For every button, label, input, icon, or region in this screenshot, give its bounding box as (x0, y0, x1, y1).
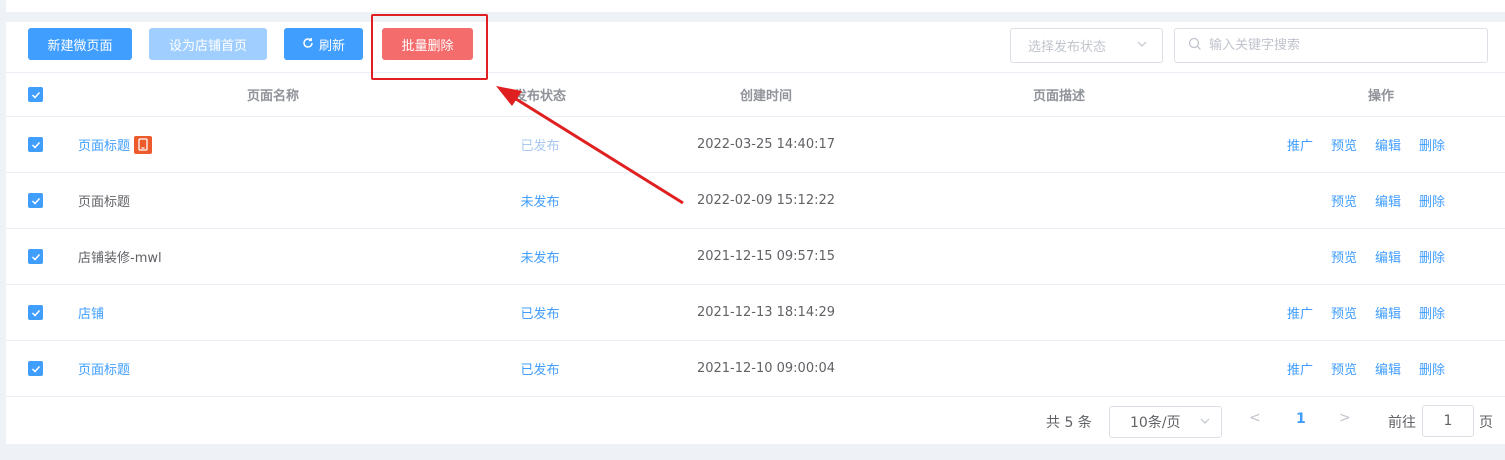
status-text: 已发布 (520, 363, 560, 378)
table-row: 店铺 已发布 2021-12-13 18:14:29 推广 预览 编辑 删除 (6, 285, 1505, 341)
header-name: 页面名称 (246, 89, 299, 104)
goto-unit: 页 (1479, 415, 1493, 431)
status-text: 已发布 (520, 139, 560, 154)
edit-link[interactable]: 编辑 (1375, 135, 1401, 154)
edit-link[interactable]: 编辑 (1375, 303, 1401, 322)
status-text: 未发布 (520, 195, 560, 210)
table-row: 页面标题 已发布 2022-03-25 14:40:17 推广 预览 编辑 删除 (6, 117, 1505, 173)
pagination-total: 共 5 条 (1046, 415, 1092, 431)
row-checkbox[interactable] (28, 249, 43, 264)
set-home-button[interactable]: 设为店铺首页 (149, 28, 267, 60)
created-time: 2021-12-13 18:14:29 (696, 305, 836, 320)
page-name: 店铺装修-mwl (78, 251, 162, 266)
row-checkbox[interactable] (28, 361, 43, 376)
header-time: 创建时间 (739, 89, 792, 104)
delete-link[interactable]: 删除 (1419, 191, 1445, 210)
current-page[interactable]: 1 (1296, 411, 1306, 427)
page-list-panel: 新建微页面 设为店铺首页 刷新 批量删除 选择发布状态 输入关键字搜索 页面名称… (6, 22, 1505, 444)
preview-link[interactable]: 预览 (1331, 359, 1357, 378)
status-text: 未发布 (520, 251, 560, 266)
preview-link[interactable]: 预览 (1331, 191, 1357, 210)
status-select[interactable]: 选择发布状态 (1010, 28, 1163, 63)
chevron-down-icon (1199, 415, 1211, 430)
page-size-select[interactable]: 10条/页 (1109, 406, 1222, 438)
table-row: 店铺装修-mwl 未发布 2021-12-15 09:57:15 预览 编辑 删… (6, 229, 1505, 285)
edit-link[interactable]: 编辑 (1375, 247, 1401, 266)
page-size-value: 10条/页 (1130, 415, 1181, 431)
promote-link[interactable]: 推广 (1287, 135, 1313, 154)
promote-link[interactable]: 推广 (1287, 359, 1313, 378)
delete-link[interactable]: 删除 (1419, 303, 1445, 322)
preview-link[interactable]: 预览 (1331, 303, 1357, 322)
goto-page-input[interactable] (1422, 405, 1474, 437)
refresh-button[interactable]: 刷新 (284, 28, 363, 60)
mobile-page-icon (134, 135, 153, 154)
page-name-link[interactable]: 页面标题 (78, 135, 130, 154)
toolbar: 新建微页面 设为店铺首页 刷新 批量删除 选择发布状态 (6, 22, 1505, 72)
header-status: 发布状态 (513, 89, 566, 104)
preview-link[interactable]: 预览 (1331, 135, 1357, 154)
created-time: 2022-02-09 15:12:22 (696, 193, 836, 208)
check-icon (31, 365, 40, 373)
row-checkbox[interactable] (28, 137, 43, 152)
search-box[interactable] (1174, 28, 1488, 63)
header-desc: 页面描述 (1032, 89, 1085, 104)
pages-table: 页面名称 发布状态 创建时间 页面描述 操作 页面标题 已发布 2022-03-… (6, 72, 1505, 397)
status-select-placeholder: 选择发布状态 (1028, 40, 1107, 55)
check-icon (31, 253, 40, 261)
pagination: 共 5 条 10条/页 < 1 > 前往 页 (6, 400, 1505, 444)
next-page-button[interactable]: > (1339, 410, 1351, 426)
goto-label: 前往 (1388, 415, 1416, 431)
search-icon (1188, 37, 1209, 55)
row-checkbox[interactable] (28, 193, 43, 208)
refresh-icon (302, 37, 314, 52)
header-ops: 操作 (1367, 89, 1394, 104)
check-icon (31, 197, 40, 205)
promote-link[interactable]: 推广 (1287, 303, 1313, 322)
page-name-link[interactable]: 页面标题 (78, 359, 130, 378)
prev-page-button[interactable]: < (1249, 410, 1261, 426)
new-page-button[interactable]: 新建微页面 (28, 28, 132, 60)
refresh-label: 刷新 (318, 37, 345, 53)
delete-link[interactable]: 删除 (1419, 247, 1445, 266)
table-row: 页面标题 已发布 2021-12-10 09:00:04 推广 预览 编辑 删除 (6, 341, 1505, 397)
preview-link[interactable]: 预览 (1331, 247, 1357, 266)
page-name-link[interactable]: 店铺 (78, 303, 104, 322)
select-all-cell (28, 73, 48, 116)
delete-link[interactable]: 删除 (1419, 135, 1445, 154)
check-icon (31, 309, 40, 317)
table-row: 页面标题 未发布 2022-02-09 15:12:22 预览 编辑 删除 (6, 173, 1505, 229)
edit-link[interactable]: 编辑 (1375, 359, 1401, 378)
select-all-checkbox[interactable] (28, 87, 43, 102)
created-time: 2021-12-10 09:00:04 (696, 361, 836, 376)
status-text: 已发布 (520, 307, 560, 322)
created-time: 2022-03-25 14:40:17 (696, 137, 836, 152)
search-input[interactable] (1209, 38, 1469, 53)
check-icon (31, 141, 40, 149)
check-icon (31, 91, 40, 99)
chevron-down-icon (1136, 38, 1148, 53)
created-time: 2021-12-15 09:57:15 (696, 249, 836, 264)
batch-delete-button[interactable]: 批量删除 (382, 28, 473, 60)
edit-link[interactable]: 编辑 (1375, 191, 1401, 210)
row-checkbox[interactable] (28, 305, 43, 320)
page-name: 页面标题 (78, 195, 131, 210)
delete-link[interactable]: 删除 (1419, 359, 1445, 378)
top-strip (6, 0, 1505, 12)
table-header: 页面名称 发布状态 创建时间 页面描述 操作 (6, 72, 1505, 117)
